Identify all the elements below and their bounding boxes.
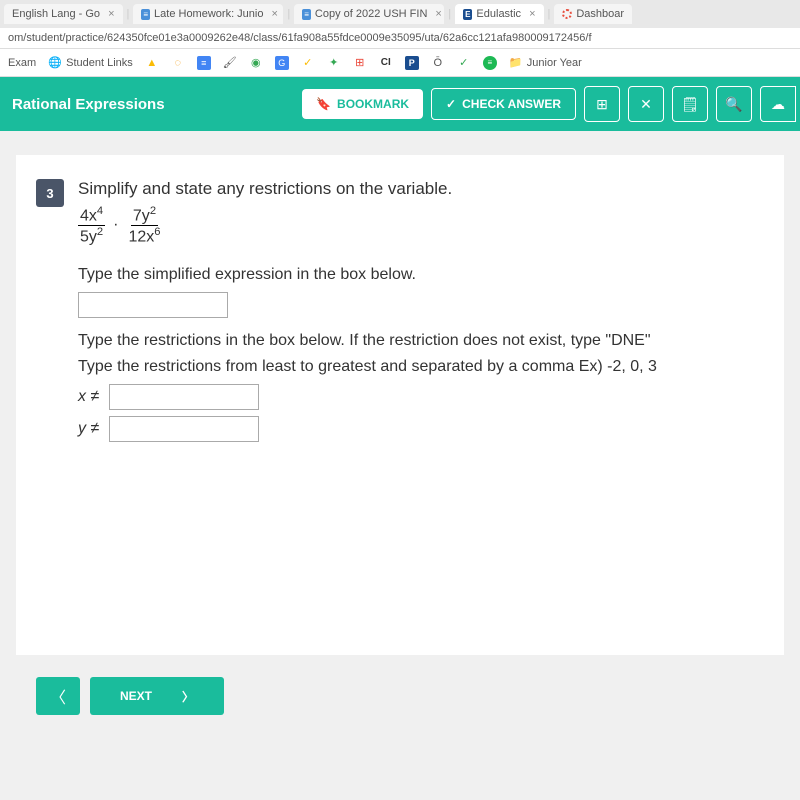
page-title: Rational Expressions bbox=[12, 96, 294, 113]
y-restriction-input[interactable] bbox=[109, 416, 259, 442]
edulastic-favicon: E bbox=[463, 9, 472, 20]
instruction-restrictions-1: Type the restrictions in the box below. … bbox=[78, 332, 764, 350]
question-prompt: Simplify and state any restrictions on t… bbox=[78, 179, 764, 199]
check-icon: ✓ bbox=[446, 97, 456, 111]
close-icon[interactable]: × bbox=[529, 8, 535, 20]
close-icon: ✕ bbox=[640, 96, 652, 113]
drive-icon[interactable]: ▲ bbox=[145, 56, 159, 70]
cloud-button[interactable]: ☁ bbox=[760, 86, 796, 122]
notes-icon: 🗒 bbox=[681, 96, 699, 113]
check-green-icon[interactable]: ✓ bbox=[457, 56, 471, 70]
chevron-right-icon: 〉 bbox=[182, 688, 194, 705]
canvas-favicon bbox=[562, 9, 572, 19]
edulastic-favicon: ≡ bbox=[141, 9, 150, 20]
close-button[interactable]: ✕ bbox=[628, 86, 664, 122]
ci-icon[interactable]: CI bbox=[379, 56, 393, 70]
y-restriction-label: y ≠ bbox=[78, 420, 99, 438]
grid-icon: ⊞ bbox=[596, 96, 608, 113]
x-restriction-input[interactable] bbox=[109, 384, 259, 410]
check-icon[interactable]: ✓ bbox=[301, 56, 315, 70]
globe-icon: 🌐 bbox=[48, 56, 62, 70]
bookmark-icon: 🔖 bbox=[316, 97, 331, 111]
url-bar[interactable]: om/student/practice/624350fce01e3a000926… bbox=[0, 28, 800, 49]
tab-dashboard[interactable]: Dashboar bbox=[554, 4, 632, 24]
close-icon[interactable]: × bbox=[435, 8, 441, 20]
close-icon[interactable]: × bbox=[271, 8, 277, 20]
next-button[interactable]: NEXT 〉 bbox=[90, 677, 224, 715]
badge-icon[interactable]: ✦ bbox=[327, 56, 341, 70]
grid-button[interactable]: ⊞ bbox=[584, 86, 620, 122]
timer-icon[interactable]: Ō bbox=[431, 56, 445, 70]
chevron-left-icon: 〈 bbox=[50, 684, 66, 708]
instruction-restrictions-2: Type the restrictions from least to grea… bbox=[78, 358, 764, 376]
p-icon[interactable]: P bbox=[405, 56, 419, 70]
simplified-expression-input[interactable] bbox=[78, 292, 228, 318]
app-header: Rational Expressions 🔖 BOOKMARK ✓ CHECK … bbox=[0, 77, 800, 131]
bookmark-junior-year[interactable]: 📁 Junior Year bbox=[509, 56, 582, 70]
grid-icon[interactable]: ⊞ bbox=[353, 56, 367, 70]
bookmark-button[interactable]: 🔖 BOOKMARK bbox=[302, 89, 423, 119]
tab-late-homework[interactable]: ≡ Late Homework: Junio× bbox=[133, 4, 283, 24]
bookmark-exam[interactable]: Exam bbox=[8, 57, 36, 69]
x-restriction-label: x ≠ bbox=[78, 388, 99, 406]
check-answer-button[interactable]: ✓ CHECK ANSWER bbox=[431, 88, 576, 120]
question-panel: 3 Simplify and state any restrictions on… bbox=[16, 155, 784, 655]
prev-button[interactable]: 〈 bbox=[36, 677, 80, 715]
instruction-simplified: Type the simplified expression in the bo… bbox=[78, 266, 764, 284]
circle-icon[interactable]: ◉ bbox=[249, 56, 263, 70]
tab-edulastic[interactable]: E Edulastic× bbox=[455, 4, 543, 24]
tab-english[interactable]: English Lang - Go× bbox=[4, 4, 123, 24]
folder-icon: 📁 bbox=[509, 56, 523, 70]
question-number: 3 bbox=[36, 179, 64, 207]
bookmarks-bar: Exam 🌐 Student Links ▲ ◌ ≡ 🖌 ◉ G ✓ ✦ ⊞ C… bbox=[0, 49, 800, 77]
search-icon: 🔍 bbox=[725, 96, 742, 113]
tab-ush[interactable]: ≡ Copy of 2022 USH FIN× bbox=[294, 4, 444, 24]
search-button[interactable]: 🔍 bbox=[716, 86, 752, 122]
nav-buttons: 〈 NEXT 〉 bbox=[36, 677, 224, 715]
browser-tabs: English Lang - Go× | ≡ Late Homework: Ju… bbox=[0, 0, 800, 28]
notes-button[interactable]: 🗒 bbox=[672, 86, 708, 122]
spotify-icon[interactable]: ≡ bbox=[483, 56, 497, 70]
math-expression: 4x4 5y2 · 7y2 12x6 bbox=[78, 205, 764, 246]
list-icon[interactable]: ≡ bbox=[197, 56, 211, 70]
question-body: Simplify and state any restrictions on t… bbox=[78, 179, 764, 448]
bookmark-student-links[interactable]: 🌐 Student Links bbox=[48, 56, 133, 70]
google-icon[interactable]: G bbox=[275, 56, 289, 70]
close-icon[interactable]: × bbox=[108, 8, 114, 20]
cloud-icon: ☁ bbox=[771, 96, 785, 113]
edulastic-favicon: ≡ bbox=[302, 9, 311, 20]
loading-icon[interactable]: ◌ bbox=[171, 56, 185, 70]
brush-icon[interactable]: 🖌 bbox=[223, 56, 237, 70]
